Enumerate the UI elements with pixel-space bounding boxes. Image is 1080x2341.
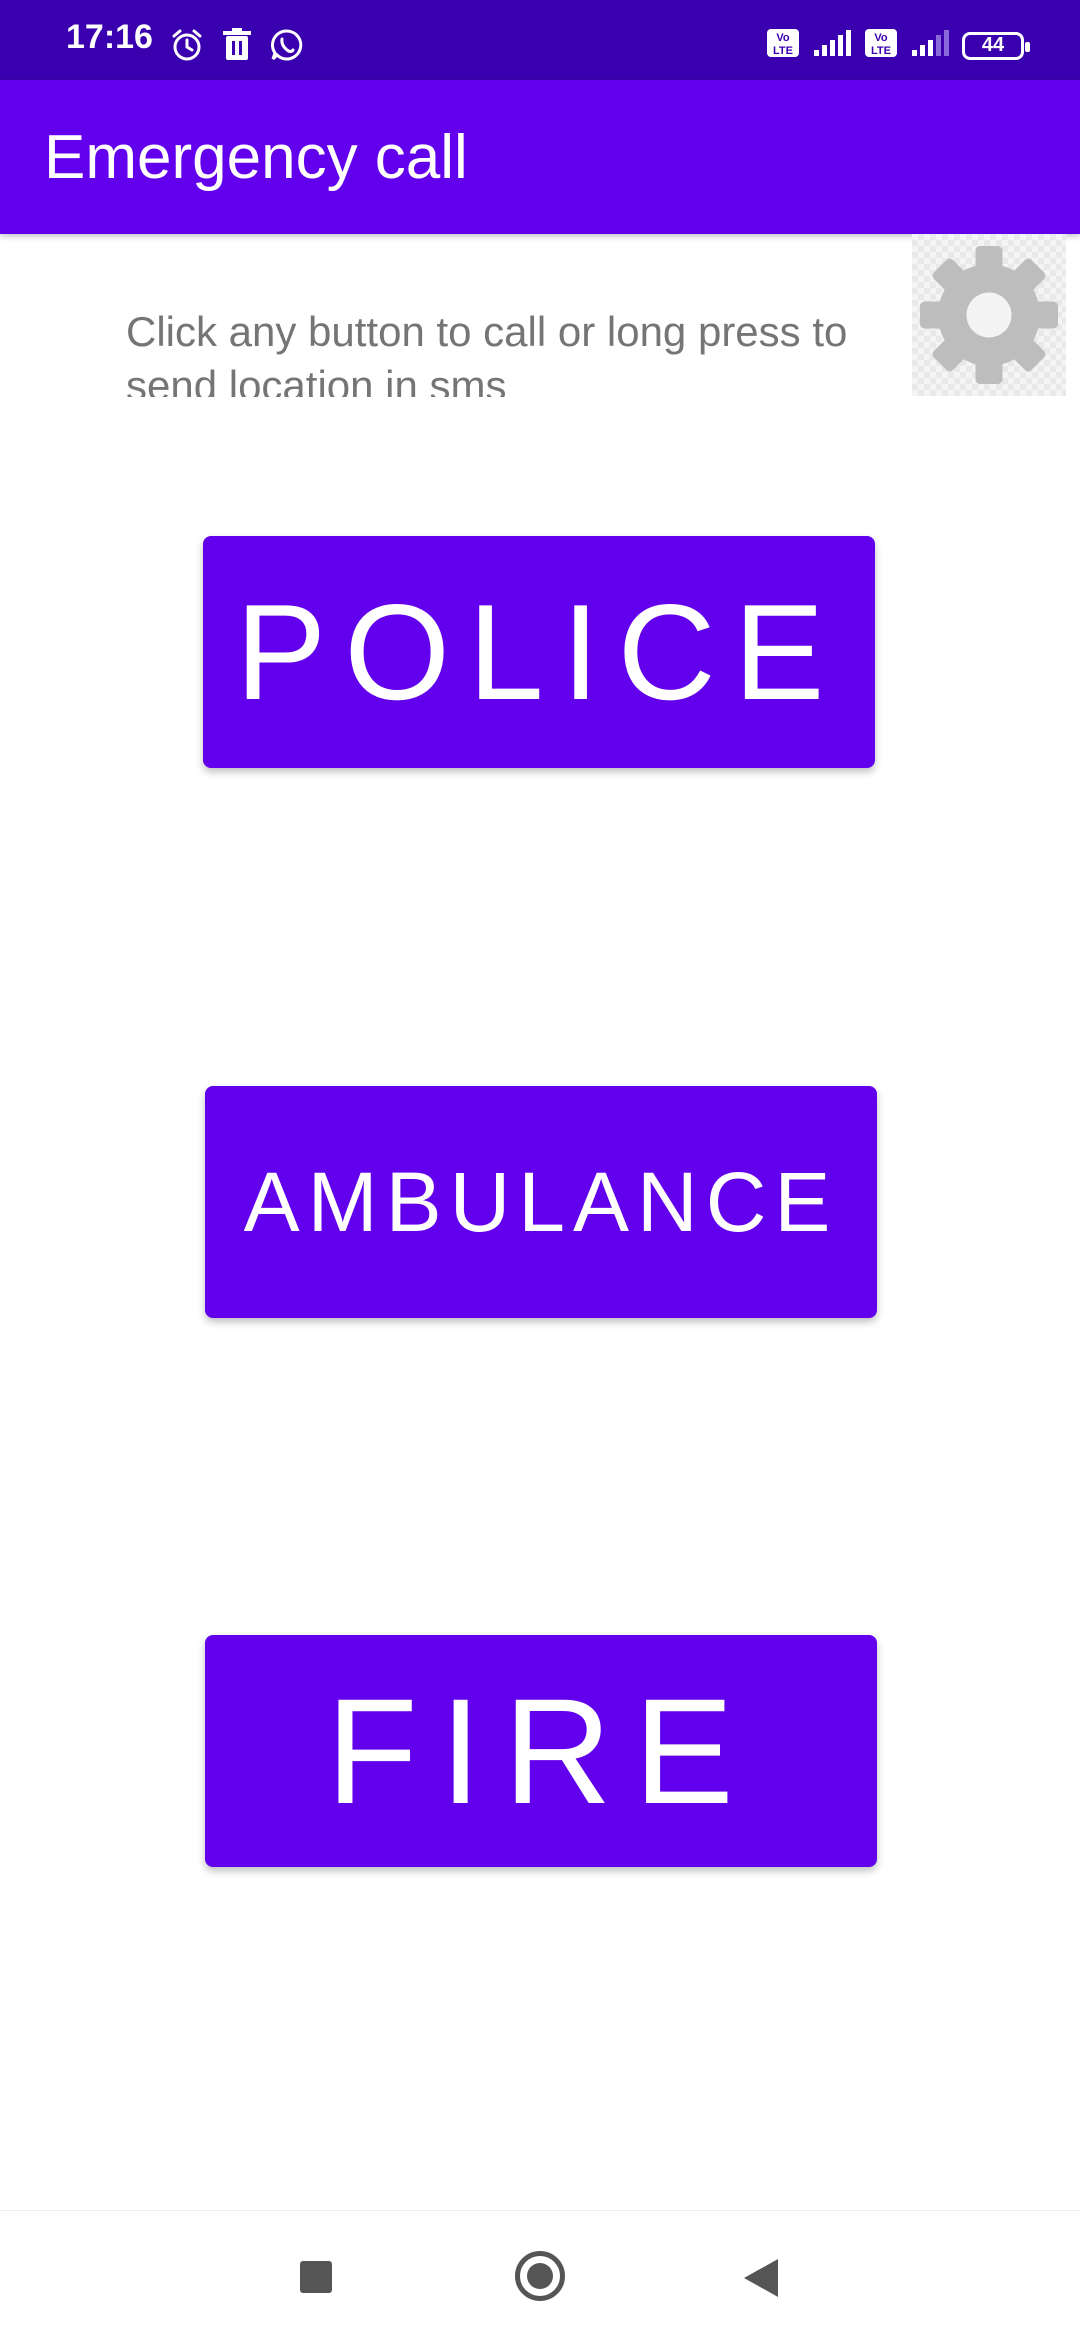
status-bar: 17:16 Vo LTE Vo LTE 44 bbox=[0, 0, 1080, 80]
fire-button[interactable]: FIRE bbox=[205, 1635, 877, 1867]
svg-text:LTE: LTE bbox=[871, 45, 891, 57]
settings-button[interactable] bbox=[912, 234, 1066, 396]
svg-text:Vo: Vo bbox=[776, 32, 790, 44]
gear-icon bbox=[920, 246, 1058, 384]
system-icons: Vo LTE Vo LTE 44 bbox=[766, 28, 1030, 63]
recent-apps-icon[interactable] bbox=[300, 2261, 332, 2293]
svg-text:Vo: Vo bbox=[874, 32, 888, 44]
volte-icon: Vo LTE bbox=[766, 28, 800, 63]
navigation-bar bbox=[0, 2210, 1080, 2341]
instructions-text: Click any button to call or long press t… bbox=[126, 308, 848, 397]
battery-level: 44 bbox=[981, 34, 1005, 56]
signal-icon bbox=[812, 28, 852, 63]
trash-icon bbox=[222, 28, 252, 67]
app-bar: Emergency call bbox=[0, 80, 1080, 234]
back-icon[interactable] bbox=[744, 2259, 778, 2297]
ambulance-button[interactable]: AMBULANCE bbox=[205, 1086, 877, 1318]
app-title: Emergency call bbox=[44, 123, 468, 192]
volte-icon: Vo LTE bbox=[864, 28, 898, 63]
battery-icon: 44 bbox=[962, 31, 1030, 60]
whatsapp-icon bbox=[270, 28, 304, 67]
svg-text:LTE: LTE bbox=[773, 45, 793, 57]
notification-icons bbox=[170, 28, 304, 67]
police-button[interactable]: POLICE bbox=[203, 536, 875, 768]
home-icon[interactable] bbox=[515, 2251, 565, 2301]
signal-icon bbox=[910, 28, 950, 63]
alarm-icon bbox=[170, 28, 204, 67]
status-time: 17:16 bbox=[66, 18, 153, 56]
